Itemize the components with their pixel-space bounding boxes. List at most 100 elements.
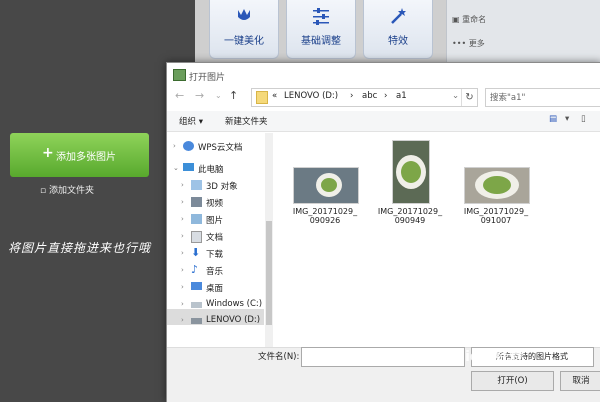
file-name-line2: 091007 — [480, 216, 512, 225]
add-folder-label: 添加文件夹 — [48, 186, 94, 196]
basic-adjust-button[interactable]: 基础调整 — [286, 0, 356, 59]
address-segment-drive[interactable]: LENOVO (D:) — [284, 91, 338, 101]
back-icon[interactable]: ← — [175, 89, 184, 102]
file-name-line1: IMG_20171029_ — [377, 207, 443, 216]
expand-icon[interactable]: › — [181, 266, 184, 274]
file-name: IMG_20171029_ 090926 — [286, 207, 364, 225]
file-name: IMG_20171029_ 091007 — [457, 207, 535, 225]
add-folder-link[interactable]: ▫ 添加文件夹 — [40, 183, 94, 196]
drag-hint: 将图片直接拖进来也行哦 — [8, 241, 152, 255]
tree-item-label: LENOVO (D:) — [206, 315, 261, 325]
picture-icon — [191, 214, 202, 224]
expand-icon[interactable]: › — [181, 316, 184, 324]
expand-icon[interactable]: › — [181, 249, 184, 257]
file-name-line1: IMG_20171029_ — [463, 207, 529, 216]
navigation-scrollbar[interactable] — [265, 133, 273, 347]
file-name-line2: 090926 — [309, 216, 341, 225]
rename-item[interactable]: ▣ 重命名 — [452, 14, 486, 25]
search-placeholder: 搜索"a1" — [490, 93, 526, 103]
dialog-title: 打开图片 — [189, 73, 226, 83]
image-app-icon — [173, 69, 186, 81]
file-name-line1: IMG_20171029_ — [292, 207, 358, 216]
rename-icon: ▣ — [452, 15, 460, 24]
drive-icon — [191, 318, 202, 324]
file-name-line2: 090949 — [394, 216, 426, 225]
music-icon: ♪ — [191, 263, 199, 276]
tree-item-label: 3D 对象 — [206, 182, 238, 192]
cube-icon — [191, 180, 202, 190]
tree-item-label: 视频 — [206, 199, 224, 209]
sliders-icon — [313, 8, 329, 25]
view-dropdown-icon[interactable]: ▾ — [565, 114, 569, 124]
expand-icon[interactable]: › — [181, 215, 184, 223]
download-icon: ⬇ — [191, 246, 201, 259]
collapse-icon[interactable]: ⌄ — [173, 164, 179, 172]
up-icon[interactable]: ↑ — [229, 89, 238, 102]
new-folder-button[interactable]: 新建文件夹 — [225, 115, 268, 127]
chevron-right-icon: › — [384, 91, 388, 101]
expand-icon[interactable]: › — [181, 232, 184, 240]
add-images-button[interactable]: + 添加多张图片 — [10, 133, 149, 177]
file-item[interactable]: IMG_20171029_ 091007 — [457, 140, 535, 232]
file-name: IMG_20171029_ 090949 — [371, 207, 449, 225]
tree-item-label: 文档 — [206, 233, 224, 243]
effects-button[interactable]: 特效 — [363, 0, 433, 59]
tulip-icon — [238, 9, 250, 20]
video-icon — [191, 197, 202, 207]
expand-icon[interactable]: › — [181, 198, 184, 206]
image-thumbnail — [392, 140, 430, 204]
tree-item-label: WPS云文档 — [198, 143, 243, 153]
refresh-icon[interactable]: ↻ — [461, 89, 477, 106]
address-segment-a1[interactable]: a1 — [396, 91, 407, 101]
image-thumbnail — [293, 167, 359, 204]
open-image-dialog: 打开图片 ← → ⌄ ↑ « LENOVO (D:) › abc › a1 ⌄ … — [166, 62, 600, 402]
file-item[interactable]: IMG_20171029_ 090949 — [371, 140, 449, 232]
expand-icon[interactable]: › — [181, 181, 184, 189]
address-segment-abc[interactable]: abc — [362, 91, 377, 101]
forward-icon[interactable]: → — [195, 89, 204, 102]
expand-icon[interactable]: › — [181, 300, 184, 308]
tree-item-label: Windows (C:) — [206, 299, 263, 309]
expand-icon[interactable]: › — [173, 142, 176, 150]
chevron-down-icon[interactable]: ⌄ — [452, 91, 459, 101]
image-thumbnail — [464, 167, 530, 204]
beautify-label: 一键美化 — [224, 36, 264, 47]
recent-dropdown-icon[interactable]: ⌄ — [215, 91, 222, 100]
search-input[interactable]: 搜索"a1" — [485, 88, 600, 107]
watermark: Baidu 经验 — [445, 349, 523, 365]
cancel-button[interactable]: 取消 — [560, 371, 600, 391]
food-shape — [321, 178, 337, 192]
magic-wand-icon — [391, 8, 406, 24]
address-prefix: « — [272, 91, 278, 101]
cloud-icon — [183, 141, 194, 151]
expand-icon[interactable]: › — [181, 283, 184, 291]
beautify-button[interactable]: 一键美化 — [209, 0, 279, 59]
filename-input[interactable] — [301, 347, 465, 367]
scrollbar-thumb[interactable] — [266, 221, 272, 325]
tree-item-label: 图片 — [206, 216, 224, 226]
file-item[interactable]: IMG_20171029_ 090926 — [286, 140, 364, 232]
side-panel — [446, 0, 600, 62]
basic-adjust-label: 基础调整 — [301, 36, 341, 47]
food-shape — [483, 176, 511, 194]
preview-pane-icon[interactable]: ▯ — [581, 114, 586, 124]
dialog-titlebar: 打开图片 — [167, 63, 600, 87]
dialog-toolbar: 组织 ▾ 新建文件夹 ▤ ▾ ▯ — [167, 111, 600, 132]
folder-icon — [256, 91, 268, 104]
navigation-bar: ← → ⌄ ↑ « LENOVO (D:) › abc › a1 ⌄ ↻ 搜索"… — [167, 87, 600, 109]
plus-icon: + — [42, 145, 54, 161]
document-icon — [191, 231, 202, 243]
more-item[interactable]: ••• 更多 — [452, 38, 485, 49]
food-shape — [401, 161, 421, 183]
open-button[interactable]: 打开(O) — [471, 371, 554, 391]
chevron-right-icon: › — [350, 91, 354, 101]
drive-icon — [191, 302, 202, 308]
filename-label: 文件名(N): — [258, 352, 300, 362]
desktop-icon — [191, 282, 202, 290]
tree-item-label: 音乐 — [206, 267, 224, 277]
add-images-label: 添加多张图片 — [56, 152, 116, 163]
address-bar[interactable]: « LENOVO (D:) › abc › a1 ⌄ — [251, 88, 478, 107]
organize-menu[interactable]: 组织 ▾ — [179, 115, 203, 127]
view-icon[interactable]: ▤ — [549, 114, 557, 124]
tree-item-label: 此电脑 — [198, 165, 224, 175]
